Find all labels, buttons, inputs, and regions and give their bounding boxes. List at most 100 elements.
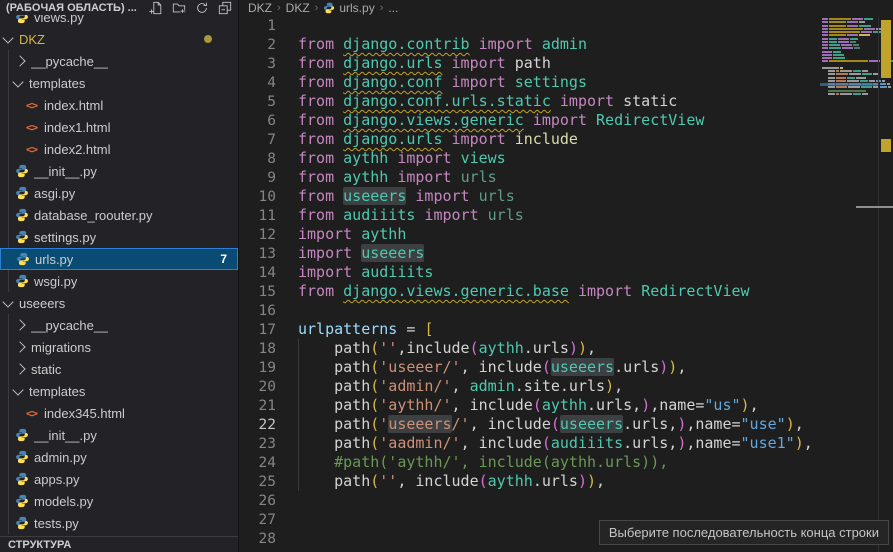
code-token: audiiits [343,206,415,224]
code-token: .urls, [587,396,641,414]
tree-file-tests.py[interactable]: tests.py [0,512,238,534]
breadcrumb-item[interactable]: DKZ [248,1,272,15]
tree-file-index1.html[interactable]: <>index1.html [0,116,238,138]
tree-file-apps.py[interactable]: apps.py [0,468,238,490]
tree-folder-__pycache__[interactable]: __pycache__ [0,50,238,72]
line-number: 26 [239,492,276,511]
tree-item-label: apps.py [34,472,80,487]
tree-file-index345.html[interactable]: <>index345.html [0,402,238,424]
minimap-line [822,47,861,49]
breadcrumb-item[interactable]: DKZ [286,1,310,15]
tree-item-label: templates [29,384,85,399]
tree-file-__init__.py[interactable]: __init__.py [0,160,238,182]
tree-file-__init__.py[interactable]: __init__.py [0,424,238,446]
code-line-23[interactable]: 23 path('aadmin/', include(audiiits.urls… [239,434,893,453]
tree-file-wsgi.py[interactable]: wsgi.py [0,270,238,292]
code-line-10[interactable]: 10from useeers import urls [239,187,893,206]
line-number: 23 [239,435,276,454]
vscode-window: views.pyDKZ__pycache__templates<>index.h… [0,0,893,552]
code-token: ( [370,377,379,395]
code-line-4[interactable]: 4from django.conf import settings [239,73,893,92]
outline-section-header[interactable]: СТРУКТУРА [0,536,238,552]
line-number: 18 [239,340,276,359]
tree-folder-DKZ[interactable]: DKZ [0,28,238,50]
indent-guide [298,358,299,377]
code-line-21[interactable]: 21 path('aythh/', include(aythh.urls,),n… [239,396,893,415]
minimap-line [822,51,842,53]
code-token: ( [370,396,379,414]
breadcrumb-item[interactable]: ... [388,1,398,15]
code-area[interactable]: 12from django.contrib import admin3from … [239,16,893,548]
tree-file-settings.py[interactable]: settings.py [0,226,238,248]
breadcrumb-label: urls.py [339,1,374,15]
tree-folder-templates[interactable]: templates [0,380,238,402]
line-number: 8 [239,150,276,169]
python-file-icon [14,516,29,531]
breadcrumb-item[interactable]: urls.py [323,1,374,15]
tree-file-models.py[interactable]: models.py [0,490,238,512]
code-token: from [298,130,343,148]
code-token: ) [659,358,668,376]
line-number: 17 [239,321,276,340]
tree-file-urls.py[interactable]: urls.py7 [0,248,238,270]
minimap[interactable] [820,0,878,552]
breadcrumb-separator-icon: › [380,2,384,14]
tree-folder-static[interactable]: static [0,358,238,380]
tree-item-label: asgi.py [34,186,75,201]
code-token: ) [795,434,804,452]
code-token: [ [424,320,433,338]
code-token: import [298,263,361,281]
tree-file-index2.html[interactable]: <>index2.html [0,138,238,160]
code-line-1[interactable]: 1 [239,16,893,35]
code-line-18[interactable]: 18 path('',include(aythh.urls)), [239,339,893,358]
code-token: from [298,111,343,129]
new-folder-icon[interactable] [172,1,186,15]
code-token: , [397,472,415,490]
code-line-15[interactable]: 15from django.views.generic.base import … [239,282,893,301]
line-number: 15 [239,283,276,302]
code-line-16[interactable]: 16 [239,301,893,320]
code-line-25[interactable]: 25 path('', include(aythh.urls)), [239,472,893,491]
code-line-17[interactable]: 17urlpatterns = [ [239,320,893,339]
code-line-3[interactable]: 3from django.urls import path [239,54,893,73]
tree-folder-migrations[interactable]: migrations [0,336,238,358]
code-token: .urls, [623,434,677,452]
code-token: '' [379,339,397,357]
new-file-icon[interactable] [149,1,163,15]
line-number: 20 [239,378,276,397]
tree-item-label: __pycache__ [31,318,108,333]
minimap-line [822,54,845,56]
collapse-all-icon[interactable] [218,1,232,15]
code-line-13[interactable]: 13import useeers [239,244,893,263]
code-line-7[interactable]: 7from django.urls import include [239,130,893,149]
code-line-22[interactable]: 22 path('useeers/', include(useeers.urls… [239,415,893,434]
python-file-icon [323,2,335,14]
code-line-14[interactable]: 14import audiiits [239,263,893,282]
code-line-19[interactable]: 19 path('useeer/', include(useeers.urls)… [239,358,893,377]
code-line-5[interactable]: 5from django.conf.urls.static import sta… [239,92,893,111]
code-line-11[interactable]: 11from audiiits import urls [239,206,893,225]
code-line-20[interactable]: 20 path('admin/', admin.site.urls), [239,377,893,396]
code-line-12[interactable]: 12import aythh [239,225,893,244]
code-line-26[interactable]: 26 [239,491,893,510]
tree-file-index.html[interactable]: <>index.html [0,94,238,116]
tree-file-asgi.py[interactable]: asgi.py [0,182,238,204]
code-line-24[interactable]: 24 #path('aythh/', include(aythh.urls)), [239,453,893,472]
line-number: 2 [239,36,276,55]
scrollbar-separator [878,16,879,552]
tree-folder-templates[interactable]: templates [0,72,238,94]
indent-guide [298,415,299,434]
code-line-2[interactable]: 2from django.contrib import admin [239,35,893,54]
indent-guide [298,472,299,491]
tree-folder-__pycache__[interactable]: __pycache__ [0,314,238,336]
code-token: from [298,149,343,167]
tree-folder-useeers[interactable]: useeers [0,292,238,314]
code-line-8[interactable]: 8from aythh import views [239,149,893,168]
python-file-icon [14,208,29,223]
line-number: 24 [239,454,276,473]
tree-file-database_roouter.py[interactable]: database_roouter.py [0,204,238,226]
code-line-9[interactable]: 9from aythh import urls [239,168,893,187]
code-line-6[interactable]: 6from django.views.generic import Redire… [239,111,893,130]
tree-file-admin.py[interactable]: admin.py [0,446,238,468]
refresh-icon[interactable] [195,1,209,15]
